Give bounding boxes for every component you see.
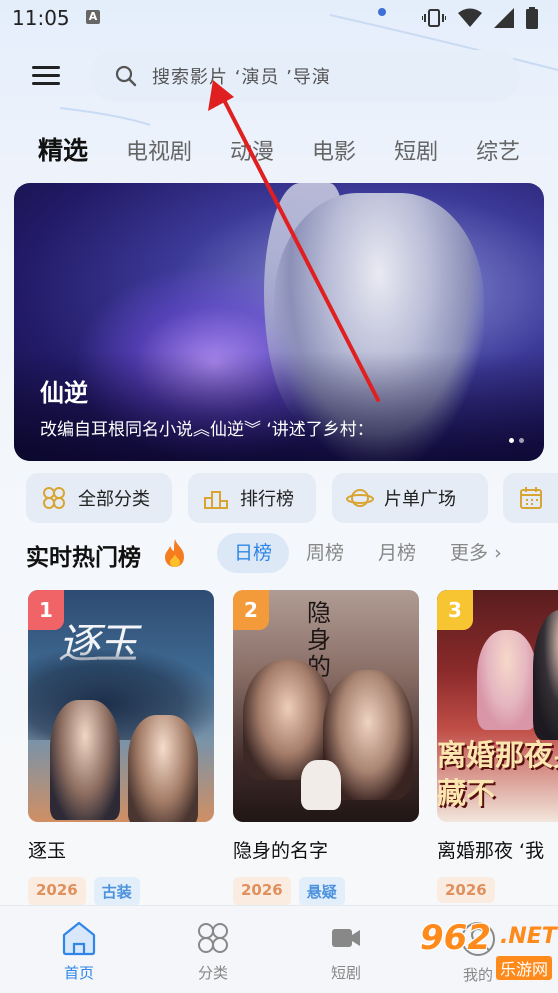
- poster-figure-right: [128, 715, 198, 822]
- nav-category[interactable]: 分类: [173, 920, 253, 983]
- status-a-badge: A: [86, 10, 100, 24]
- tab-anime[interactable]: 动漫: [230, 134, 274, 166]
- watermark-suffix: .NET: [500, 924, 557, 949]
- battery-icon: [526, 7, 538, 29]
- calendar-icon: [520, 487, 542, 509]
- banner-description: 改编自耳根同名小说︽仙逆︾ ‘讲述了乡村：: [40, 420, 374, 440]
- search-placeholder: 搜索影片 ‘演员 ’导演: [152, 67, 331, 88]
- featured-banner[interactable]: 仙逆 改编自耳根同名小说︽仙逆︾ ‘讲述了乡村：: [14, 183, 544, 461]
- poster-figure-right: [533, 610, 558, 740]
- banner-shade: [14, 351, 544, 461]
- signal-icon: [494, 8, 514, 28]
- item-title: 逐玉: [28, 840, 67, 862]
- playlist-square-label: 片单广场: [384, 489, 456, 510]
- watermark-cn: 乐游网: [496, 956, 553, 980]
- nav-short-drama-label: 短剧: [330, 964, 361, 982]
- video-icon: [332, 929, 360, 947]
- ranking-label: 排行榜: [240, 489, 294, 510]
- tab-movies[interactable]: 电影: [312, 134, 356, 166]
- tab-tv-series[interactable]: 电视剧: [126, 134, 192, 166]
- banner-title: 仙逆: [40, 379, 88, 407]
- search-bar[interactable]: 搜索影片 ‘演员 ’导演: [90, 50, 520, 102]
- tab-monthly[interactable]: 月榜: [361, 533, 433, 573]
- all-categories-label: 全部分类: [78, 489, 150, 510]
- genre-tag: 古装: [93, 877, 140, 906]
- banner-dot: [519, 438, 524, 443]
- watermark-brand: 962: [420, 918, 491, 958]
- rank-badge: 3: [437, 590, 473, 630]
- status-icons: [422, 7, 538, 29]
- schedule-button[interactable]: [503, 473, 558, 523]
- tab-variety[interactable]: 综艺: [476, 134, 520, 166]
- tab-featured[interactable]: 精选: [38, 131, 88, 167]
- genre-tag: 悬疑: [298, 877, 345, 906]
- podium-icon: [204, 491, 228, 509]
- poster-image: 逐玉 1: [28, 590, 214, 822]
- rank-badge: 1: [28, 590, 64, 630]
- banner-pagination: [509, 438, 524, 443]
- year-tag: 2026: [28, 877, 86, 906]
- wifi-icon: [458, 8, 482, 27]
- nav-home-label: 首页: [63, 964, 94, 982]
- banner-dot: [509, 438, 514, 443]
- year-tag: 2026: [233, 877, 291, 906]
- tab-weekly[interactable]: 周榜: [289, 533, 361, 573]
- hot-item-card[interactable]: 离婚那夜身份藏不 3 离婚那夜 ‘我 2026: [437, 590, 558, 903]
- hot-list-title: 实时热门榜: [26, 545, 141, 571]
- nav-home[interactable]: 首页: [39, 920, 119, 983]
- home-icon: [62, 921, 96, 956]
- nav-short-drama[interactable]: 短剧: [306, 920, 386, 983]
- poster-title-art: 离婚那夜身份藏不: [437, 738, 558, 810]
- site-watermark: 962 .NET 乐游网: [420, 918, 557, 986]
- hot-list-tabs: 日榜 周榜 月榜 更多 ›: [217, 533, 519, 573]
- hot-item-card[interactable]: 隐身的名字 2 隐身的名字 2026 悬疑: [233, 590, 419, 906]
- hot-item-card[interactable]: 逐玉 1 逐玉 2026 古装: [28, 590, 214, 906]
- poster-mask: [301, 760, 341, 810]
- poster-image: 离婚那夜身份藏不 3: [437, 590, 558, 822]
- tab-more[interactable]: 更多 ›: [433, 533, 519, 573]
- planet-icon: [346, 489, 374, 507]
- ranking-button[interactable]: 排行榜: [188, 473, 316, 523]
- menu-icon[interactable]: [32, 66, 60, 86]
- tab-short-drama[interactable]: 短剧: [394, 134, 438, 166]
- category-icon: [198, 923, 228, 953]
- item-title: 离婚那夜 ‘我: [437, 840, 545, 862]
- all-categories-button[interactable]: 全部分类: [26, 473, 172, 523]
- nav-category-label: 分类: [197, 964, 228, 982]
- vibrate-icon: [422, 9, 446, 27]
- status-time: 11:05: [12, 6, 70, 30]
- poster-figure-left: [477, 630, 537, 730]
- playlist-square-button[interactable]: 片单广场: [332, 473, 488, 523]
- category-tabs: 精选 电视剧 动漫 电影 短剧 综艺: [38, 131, 558, 167]
- rank-badge: 2: [233, 590, 269, 630]
- search-icon: [115, 65, 137, 87]
- item-title: 隐身的名字: [233, 840, 329, 862]
- year-tag: 2026: [437, 877, 495, 903]
- fire-icon: [165, 539, 184, 567]
- grid-flower-icon: [43, 487, 65, 509]
- poster-figure-left: [50, 700, 120, 820]
- tab-daily[interactable]: 日榜: [217, 533, 290, 573]
- poster-image: 隐身的名字 2: [233, 590, 419, 822]
